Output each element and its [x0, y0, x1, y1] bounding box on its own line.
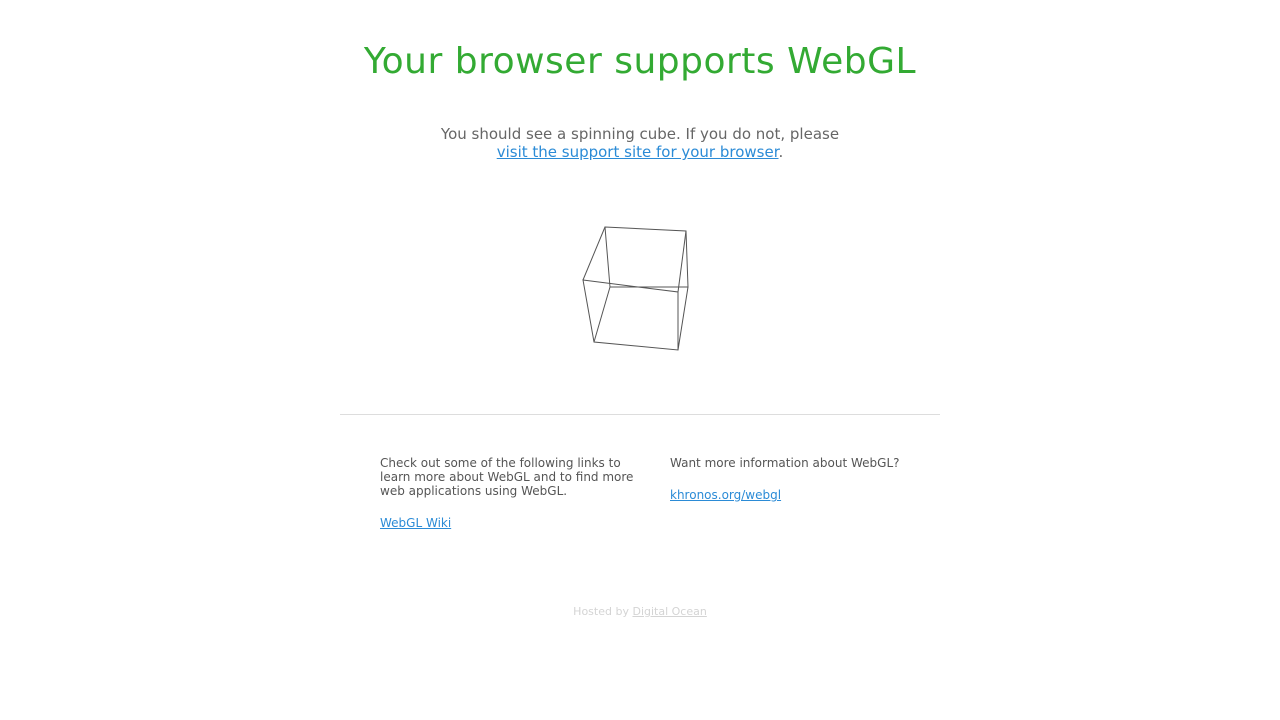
support-site-link[interactable]: visit the support site for your browser	[497, 143, 779, 161]
cube-front-face	[582, 279, 679, 351]
info-column: Want more information about WebGL? khron…	[670, 456, 920, 502]
cube-edge	[677, 230, 687, 293]
cube-edge	[677, 286, 689, 351]
intro-trailing-period: .	[778, 143, 784, 161]
page-title: Your browser supports WebGL	[363, 41, 917, 82]
cube-edge	[593, 286, 611, 343]
info-description: Want more information about WebGL?	[670, 456, 900, 470]
cube-edge	[582, 226, 606, 281]
webgl-canvas	[560, 210, 710, 370]
footer: Hosted by Digital Ocean	[0, 605, 1280, 618]
section-divider	[340, 414, 940, 415]
webgl-wiki-link[interactable]: WebGL Wiki	[380, 516, 451, 530]
page: Your browser supports WebGL You should s…	[0, 0, 1280, 720]
digital-ocean-link[interactable]: Digital Ocean	[632, 605, 706, 618]
footer-prefix: Hosted by	[573, 605, 629, 618]
intro-text: You should see a spinning cube. If you d…	[440, 125, 840, 143]
cube-back-face	[604, 226, 689, 288]
intro-paragraph: You should see a spinning cube. If you d…	[0, 125, 1280, 161]
khronos-link[interactable]: khronos.org/webgl	[670, 488, 781, 502]
wireframe-cube-icon	[582, 226, 689, 351]
links-description: Check out some of the following links to…	[380, 456, 634, 498]
links-column: Check out some of the following links to…	[380, 456, 640, 530]
